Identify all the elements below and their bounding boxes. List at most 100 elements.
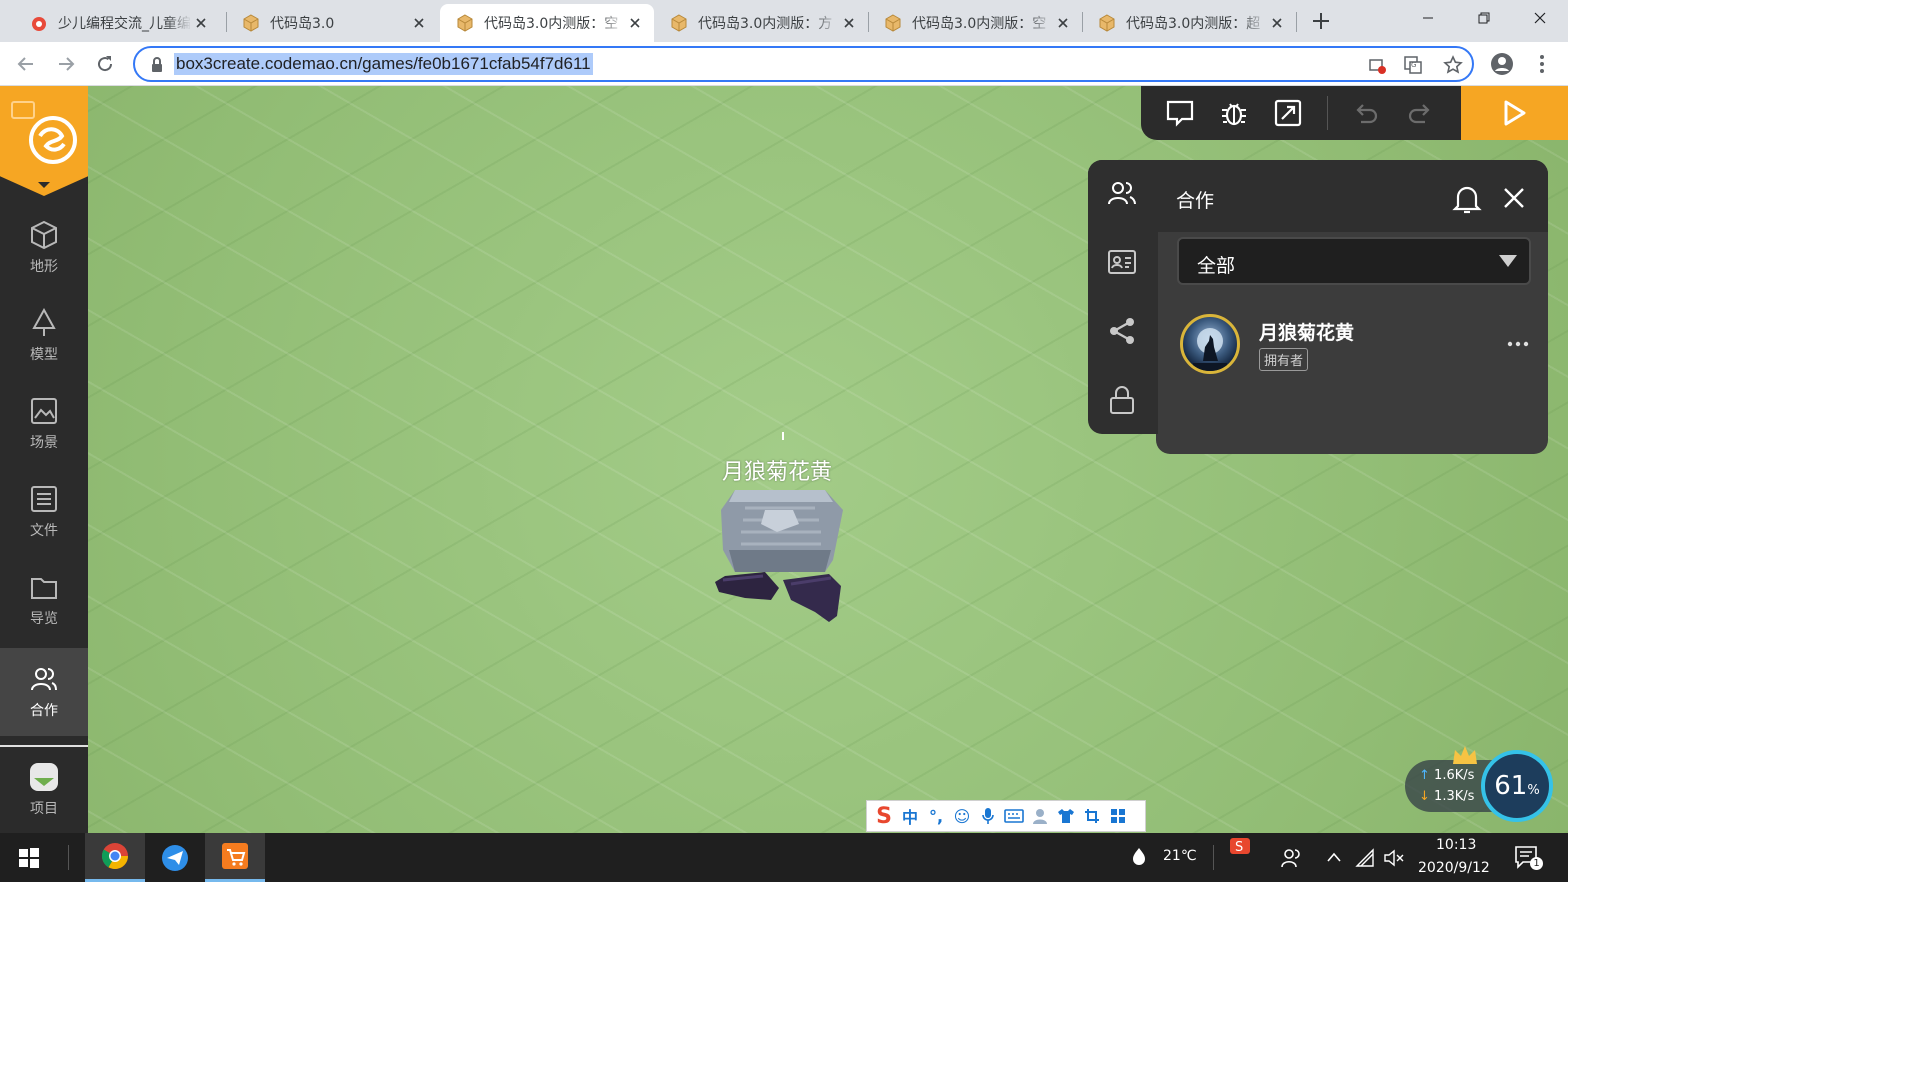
- undo-button[interactable]: [1349, 96, 1383, 130]
- box3-favicon-icon: [1099, 14, 1115, 32]
- skin-shirt-icon[interactable]: [1053, 804, 1079, 828]
- weather-icon[interactable]: [1128, 846, 1150, 868]
- toolbar-divider: [1327, 96, 1328, 130]
- debug-button[interactable]: [1217, 96, 1251, 130]
- chat-button[interactable]: [1163, 96, 1197, 130]
- member-filter-select[interactable]: 全部: [1177, 237, 1531, 285]
- toolbox-grid-icon[interactable]: [1105, 804, 1131, 828]
- tab-close-icon[interactable]: [840, 14, 858, 32]
- sidebar-item-terrain[interactable]: 地形: [0, 204, 88, 292]
- arrow-right-icon: [59, 57, 75, 71]
- profile-button[interactable]: [1488, 50, 1516, 78]
- tab-close-icon[interactable]: [626, 14, 644, 32]
- lock-icon[interactable]: [147, 55, 167, 75]
- restore-button[interactable]: [1456, 0, 1512, 36]
- sidebar-item-scene[interactable]: 场景: [0, 380, 88, 468]
- notification-count-badge: 1: [1530, 857, 1543, 870]
- menu-button[interactable]: [1528, 50, 1556, 78]
- tab-close-icon[interactable]: [192, 14, 210, 32]
- tab-box3[interactable]: 代码岛3.0: [226, 4, 438, 42]
- tab-close-icon[interactable]: [1268, 14, 1286, 32]
- svg-text:S: S: [1235, 840, 1243, 855]
- action-center-button[interactable]: 1: [1514, 845, 1543, 871]
- url-text[interactable]: box3create.codemao.cn/games/fe0b1671cfab…: [174, 53, 593, 75]
- minimize-button[interactable]: [1400, 0, 1456, 36]
- crop-icon[interactable]: [1079, 804, 1105, 828]
- address-bar[interactable]: box3create.codemao.cn/games/fe0b1671cfab…: [133, 46, 1474, 82]
- reload-button[interactable]: [91, 50, 119, 78]
- close-window-button[interactable]: [1512, 0, 1568, 36]
- role-badge: 拥有者: [1259, 348, 1309, 371]
- tab-title: 代码岛3.0内测版：超: [1126, 16, 1261, 32]
- user-center-icon[interactable]: [1027, 804, 1053, 828]
- users-icon: [31, 668, 57, 691]
- wifi-icon[interactable]: [1355, 848, 1375, 868]
- tab-codemao[interactable]: 少儿编程交流_儿童编程: [14, 4, 220, 42]
- emoji-icon[interactable]: ☺: [949, 804, 975, 828]
- back-button[interactable]: [12, 50, 40, 78]
- svg-text:G: G: [1411, 61, 1416, 69]
- game-viewport[interactable]: 地形 模型 场景 文件 导览 合作 项目 合作 全部 月狼菊花黄 拥有者 月狼菊…: [0, 86, 1568, 833]
- expand-icon: [1274, 99, 1302, 127]
- notification-button[interactable]: [1452, 183, 1484, 215]
- fullscreen-button[interactable]: [1271, 96, 1305, 130]
- memory-usage-circle[interactable]: 61%: [1481, 750, 1553, 822]
- upload-speed: ↑ 1.6K/s: [1419, 768, 1475, 783]
- microphone-icon[interactable]: [975, 804, 1001, 828]
- start-button[interactable]: [0, 833, 58, 882]
- tab-close-icon[interactable]: [410, 14, 428, 32]
- collab-tab-share[interactable]: [1104, 313, 1140, 349]
- taskbar-shop-app[interactable]: [205, 833, 265, 882]
- ime-punct-toggle[interactable]: °,: [923, 804, 949, 828]
- forward-button[interactable]: [52, 50, 80, 78]
- tab-box3-beta[interactable]: 代码岛3.0内测版：方: [654, 4, 868, 42]
- collab-panel-title: 合作: [1176, 190, 1215, 212]
- tab-box3-beta[interactable]: 代码岛3.0内测版：超: [1082, 4, 1296, 42]
- close-panel-button[interactable]: [1502, 186, 1528, 212]
- sidebar-item-guide[interactable]: 导览: [0, 556, 88, 644]
- logo-area[interactable]: [0, 86, 88, 196]
- codemao-logo-icon: [11, 101, 77, 188]
- volume-muted-icon[interactable]: [1383, 848, 1405, 868]
- people-icon[interactable]: [1280, 847, 1302, 869]
- clock-time[interactable]: 10:13: [1436, 837, 1476, 853]
- redo-button[interactable]: [1403, 96, 1437, 130]
- translate-icon[interactable]: G: [1403, 55, 1423, 75]
- new-tab-button[interactable]: [1309, 9, 1333, 33]
- clock-date[interactable]: 2020/9/12: [1418, 860, 1490, 876]
- bookmark-star-icon[interactable]: [1443, 55, 1463, 75]
- sogou-logo-icon[interactable]: S: [871, 804, 897, 829]
- sidebar-item-model[interactable]: 模型: [0, 292, 88, 380]
- play-button[interactable]: [1461, 86, 1568, 140]
- collab-tab-profile[interactable]: [1104, 244, 1140, 280]
- box3-favicon-icon: [457, 14, 473, 32]
- ime-mode-toggle[interactable]: 中: [897, 804, 923, 828]
- member-list-item[interactable]: 月狼菊花黄 拥有者: [1180, 314, 1530, 376]
- tab-close-icon[interactable]: [1054, 14, 1072, 32]
- avatar[interactable]: [1180, 314, 1240, 374]
- blocked-popup-icon[interactable]: [1367, 55, 1387, 75]
- keyboard-icon[interactable]: [1001, 804, 1027, 828]
- account-circle-icon: [1491, 53, 1513, 75]
- collab-tab-members[interactable]: [1104, 176, 1140, 212]
- voxel-character[interactable]: [705, 480, 855, 626]
- network-speed-widget[interactable]: ↑ 1.6K/s ↓ 1.3K/s 61%: [1405, 746, 1555, 824]
- sidebar-item-label: 导览: [30, 611, 58, 627]
- tab-title: 代码岛3.0内测版：空: [912, 16, 1047, 32]
- wolf-moon-avatar-icon: [1193, 328, 1227, 371]
- sidebar-item-file[interactable]: 文件: [0, 468, 88, 556]
- more-horizontal-icon[interactable]: [1504, 334, 1532, 354]
- chevron-up-icon[interactable]: [1326, 851, 1342, 863]
- sidebar-item-collab[interactable]: 合作: [0, 648, 88, 736]
- taskbar-chrome[interactable]: [85, 833, 145, 882]
- close-icon: [1504, 188, 1524, 208]
- collab-tab-permission[interactable]: [1104, 382, 1140, 418]
- chat-bubble-icon: [1166, 100, 1194, 127]
- tab-box3-beta-active[interactable]: 代码岛3.0内测版：空: [440, 4, 654, 42]
- tab-box3-beta[interactable]: 代码岛3.0内测版：空: [868, 4, 1082, 42]
- image-icon: [31, 398, 57, 424]
- sidebar-item-project[interactable]: 项目: [0, 746, 88, 833]
- sogou-tray-icon[interactable]: S: [1229, 837, 1251, 855]
- windows-taskbar: 21℃ S 10:13 2020/9/12 1: [0, 833, 1568, 882]
- taskbar-feishu[interactable]: [145, 833, 205, 882]
